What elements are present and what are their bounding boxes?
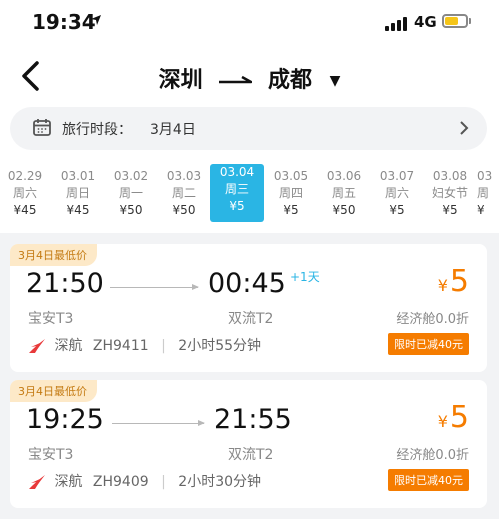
day-item[interactable]: 03.07 周六 ¥5 (370, 168, 424, 224)
arrival-terminal: 双流T2 (228, 311, 274, 327)
flight-card[interactable]: 3月4日最低价 19:25 21:55 ¥5 宝安T3 双流T2 经济舱0.0折… (10, 380, 487, 508)
origin-city: 深圳 (158, 68, 203, 93)
calendar-icon (33, 119, 51, 136)
day-item[interactable]: 02.29 周六 ¥45 (0, 168, 52, 224)
flight-duration: 2小时55分钟 (178, 338, 262, 354)
cabin-class: 经济舱0.0折 (396, 312, 469, 327)
flight-price: ¥5 (437, 400, 469, 435)
travel-date-label: 旅行时段： (62, 122, 132, 138)
cabin-class: 经济舱0.0折 (396, 448, 469, 463)
departure-terminal: 宝安T3 (28, 447, 74, 463)
arrival-time: 21:55 (214, 404, 292, 435)
airline-name: 深航 (54, 338, 83, 354)
airline-logo-icon (29, 475, 45, 489)
battery-tip (469, 18, 471, 24)
airline-name: 深航 (54, 474, 83, 490)
day-item[interactable]: 03.06 周五 ¥50 (317, 168, 371, 224)
flight-line-arrow (112, 420, 205, 426)
network-type: 4G (414, 13, 437, 31)
flight-duration: 2小时30分钟 (178, 474, 262, 490)
day-item[interactable]: 03.02 周一 ¥50 (104, 168, 158, 224)
flight-price: ¥5 (437, 264, 469, 299)
date-strip: 02.29 周六 ¥45 03.01 周日 ¥45 03.02 周一 ¥50 03.03 周二… (0, 164, 499, 224)
separator: | (161, 474, 166, 490)
chevron-right-icon (460, 121, 469, 135)
battery-icon (442, 14, 468, 28)
day-item[interactable]: 03.03 周二 ¥50 (157, 168, 211, 224)
day-item[interactable]: 03.08 妇女节 ¥5 (423, 168, 477, 224)
departure-time: 19:25 (26, 404, 104, 435)
day-item[interactable]: 03 周 ¥ (477, 168, 499, 224)
destination-city: 成都 (267, 68, 312, 93)
airline-logo-icon (29, 339, 45, 353)
day-item-selected[interactable]: 03.04 周三 ¥5 (210, 164, 264, 222)
status-time: 19:34 (32, 10, 96, 34)
day-item[interactable]: 03.05 周四 ¥5 (264, 168, 318, 224)
flight-number: ZH9409 (92, 474, 149, 490)
dropdown-caret-icon: ▼ (329, 73, 341, 89)
flight-line-arrow (110, 284, 199, 290)
arrival-terminal: 双流T2 (228, 447, 274, 463)
location-arrow-icon (91, 15, 101, 25)
lowest-price-badge: 3月4日最低价 (10, 380, 97, 402)
departure-time: 21:50 (26, 268, 104, 299)
arrival-time: 00:45 (208, 268, 286, 299)
signal-icon (385, 15, 407, 31)
next-day-indicator: +1天 (290, 270, 320, 284)
discount-badge: 限时已减40元 (388, 469, 469, 491)
discount-badge: 限时已减40元 (388, 333, 469, 355)
day-item[interactable]: 03.01 周日 ¥45 (51, 168, 105, 224)
flight-card[interactable]: 3月4日最低价 21:50 00:45 +1天 ¥5 宝安T3 双流T2 经济舱… (10, 244, 487, 372)
airline-info: 深航 ZH9409 | 2小时30分钟 (28, 471, 261, 491)
separator: | (161, 338, 166, 354)
flight-number: ZH9411 (92, 338, 149, 354)
lowest-price-badge: 3月4日最低价 (10, 244, 97, 266)
airline-info: 深航 ZH9411 | 2小时55分钟 (28, 335, 261, 355)
travel-date-value: 3月4日 (150, 122, 196, 138)
route-title[interactable]: 深圳 成都 ▼ (0, 62, 499, 94)
departure-terminal: 宝安T3 (28, 311, 74, 327)
route-arrow-icon (219, 75, 253, 84)
travel-date-selector[interactable]: 旅行时段： 3月4日 (10, 107, 487, 150)
